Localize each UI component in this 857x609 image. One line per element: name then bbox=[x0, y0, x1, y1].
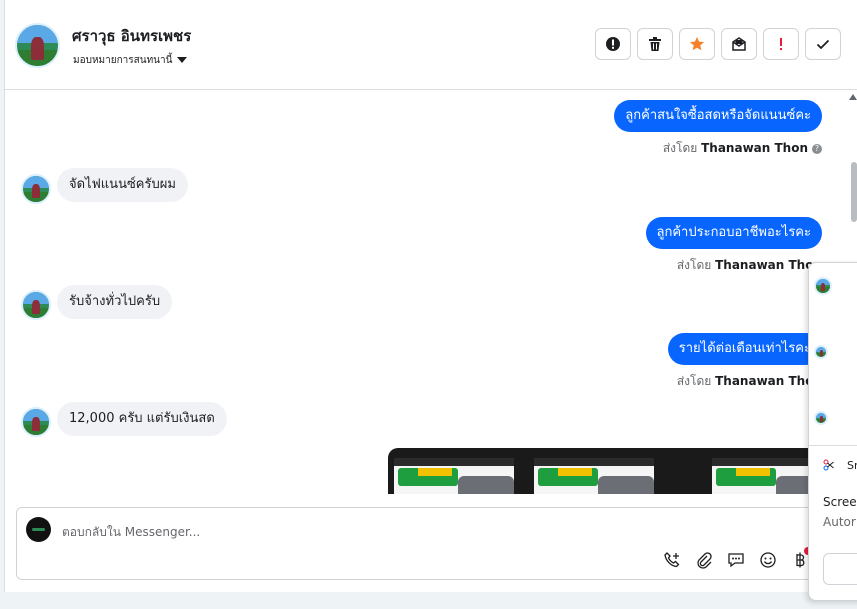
incoming-message[interactable]: 12,000 ครับ แต่รับเงินสด bbox=[57, 402, 227, 436]
incoming-message[interactable]: รับจ้างทั่วไปครับ bbox=[57, 285, 173, 319]
popup-divider bbox=[809, 445, 857, 446]
reply-input[interactable]: ตอบกลับใน Messenger... bbox=[62, 523, 200, 542]
sent-by-label: ส่งโดย Thanawan Thon? bbox=[663, 139, 822, 158]
image-attachment[interactable] bbox=[388, 448, 828, 494]
conversation-panel: ศราวุธ อินทรเพชร มอบหมายการสนทนานี้ ลูกค… bbox=[4, 0, 857, 592]
sent-by-name: Thanawan Thon bbox=[715, 258, 822, 272]
spam-button[interactable] bbox=[763, 28, 799, 60]
sent-by-name: Thanawan Thon bbox=[701, 141, 808, 155]
star-icon bbox=[689, 37, 705, 51]
page-avatar bbox=[26, 517, 51, 542]
header-actions bbox=[595, 28, 841, 60]
car-promo-image[interactable] bbox=[534, 458, 654, 494]
notification-popup[interactable]: Sn Scree Autor bbox=[808, 262, 857, 601]
emoji-icon bbox=[760, 552, 776, 568]
mark-unread-button[interactable] bbox=[721, 28, 757, 60]
popup-subtitle: Autor bbox=[823, 515, 856, 529]
attach-button[interactable] bbox=[694, 550, 714, 570]
sent-by-prefix: ส่งโดย bbox=[676, 374, 712, 388]
sent-by-label: ส่งโดย Thanawan Thon bbox=[677, 372, 822, 391]
popup-action-button[interactable] bbox=[823, 553, 857, 585]
contact-avatar-small bbox=[21, 407, 51, 437]
mail-icon bbox=[732, 37, 746, 51]
sent-by-name: Thanawan Thon bbox=[715, 374, 822, 388]
reply-box[interactable]: ตอบกลับใน Messenger... bbox=[16, 507, 826, 580]
emoji-button[interactable] bbox=[758, 550, 778, 570]
exclamation-icon bbox=[780, 38, 782, 50]
popup-thread-preview[interactable] bbox=[814, 277, 832, 295]
contact-avatar-small bbox=[21, 290, 51, 320]
scroll-up-arrow[interactable] bbox=[849, 94, 857, 100]
assign-label: มอบหมายการสนทนานี้ bbox=[73, 55, 173, 66]
incoming-message[interactable]: จัดไฟแนนซ์ครับผม bbox=[57, 168, 188, 202]
saved-replies-button[interactable] bbox=[726, 550, 746, 570]
mark-done-button[interactable] bbox=[805, 28, 841, 60]
add-call-button[interactable] bbox=[662, 550, 682, 570]
mini-avatar bbox=[814, 345, 828, 359]
outgoing-message[interactable]: รายได้ต่อเดือนเท่าไรคะ bbox=[667, 333, 822, 365]
star-button[interactable] bbox=[679, 28, 715, 60]
popup-thread-preview[interactable] bbox=[814, 411, 828, 425]
snipping-tool-icon bbox=[823, 459, 834, 471]
caret-down-icon bbox=[177, 57, 188, 63]
sent-by-prefix: ส่งโดย bbox=[662, 141, 698, 155]
mini-avatar bbox=[814, 277, 832, 295]
car-promo-image[interactable] bbox=[394, 458, 514, 494]
contact-name[interactable]: ศราวุธ อินทรเพชร bbox=[72, 24, 191, 48]
info-icon[interactable]: ? bbox=[812, 143, 822, 154]
sent-by-label: ส่งโดย Thanawan Thon bbox=[677, 256, 822, 275]
trash-icon bbox=[649, 37, 661, 51]
chat-bubble-icon bbox=[728, 553, 744, 568]
popup-thread-preview[interactable] bbox=[814, 345, 828, 359]
phone-plus-icon bbox=[664, 552, 680, 568]
outgoing-message[interactable]: ลูกค้าสนใจซื้อสดหรือจัดแนนซ์คะ bbox=[614, 100, 822, 132]
popup-app-name: Sn bbox=[847, 459, 857, 472]
paperclip-icon bbox=[697, 552, 712, 569]
conversation-header: ศราวุธ อินทรเพชร มอบหมายการสนทนานี้ bbox=[5, 0, 857, 90]
reply-tools bbox=[662, 550, 810, 570]
contact-avatar-small bbox=[21, 174, 51, 204]
scroll-thumb[interactable] bbox=[851, 162, 857, 222]
assign-conversation-dropdown[interactable]: มอบหมายการสนทนานี้ bbox=[73, 53, 188, 68]
contact-avatar[interactable] bbox=[15, 23, 60, 68]
delete-button[interactable] bbox=[637, 28, 673, 60]
outgoing-message[interactable]: ลูกค้าประกอบอาชีพอะไรคะ bbox=[645, 217, 822, 249]
popup-title: Scree bbox=[823, 495, 857, 509]
alert-button[interactable] bbox=[595, 28, 631, 60]
message-thread[interactable]: ลูกค้าสนใจซื้อสดหรือจัดแนนซ์คะ ส่งโดย Th… bbox=[5, 90, 857, 494]
mini-avatar bbox=[814, 411, 828, 425]
check-icon bbox=[816, 39, 830, 50]
alert-circle-icon bbox=[606, 37, 620, 51]
sent-by-prefix: ส่งโดย bbox=[676, 258, 712, 272]
